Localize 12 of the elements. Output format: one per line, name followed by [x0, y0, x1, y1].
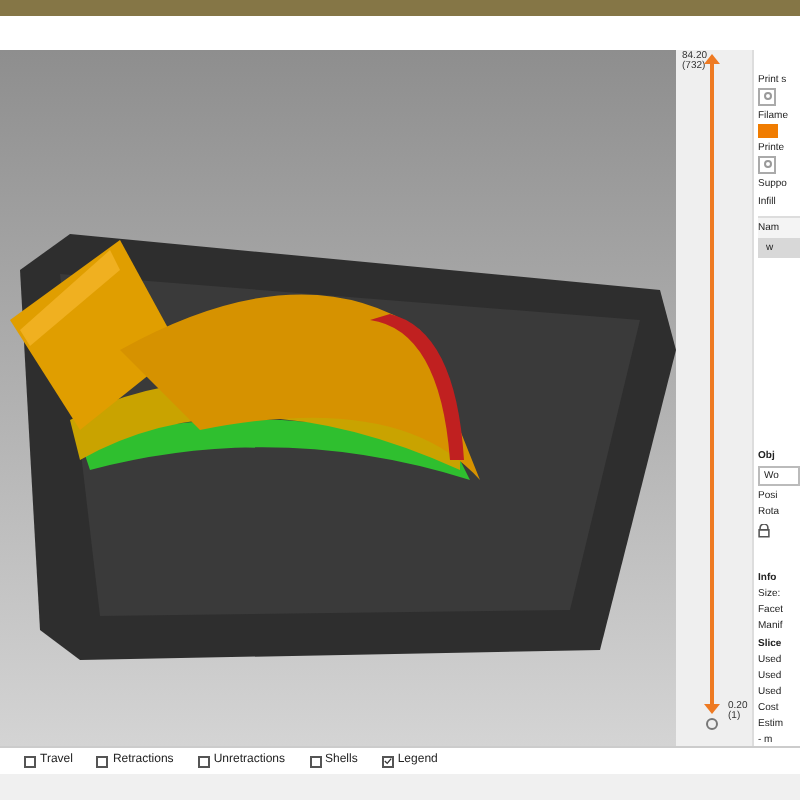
checkbox[interactable]	[24, 755, 36, 767]
settings-icon-button[interactable]	[758, 155, 776, 174]
top-slider-handle[interactable]	[704, 54, 720, 64]
checkbox[interactable]	[96, 755, 109, 767]
settings-icon[interactable]	[706, 718, 718, 730]
bottom-slider-handle[interactable]	[704, 704, 720, 714]
checkbox[interactable]	[381, 755, 394, 767]
checkbox[interactable]	[197, 755, 210, 767]
checkbox[interactable]	[309, 755, 321, 767]
lock-icon[interactable]	[758, 524, 770, 539]
filament-color-swatch[interactable]	[758, 123, 778, 138]
settings-icon-button[interactable]	[758, 88, 776, 106]
